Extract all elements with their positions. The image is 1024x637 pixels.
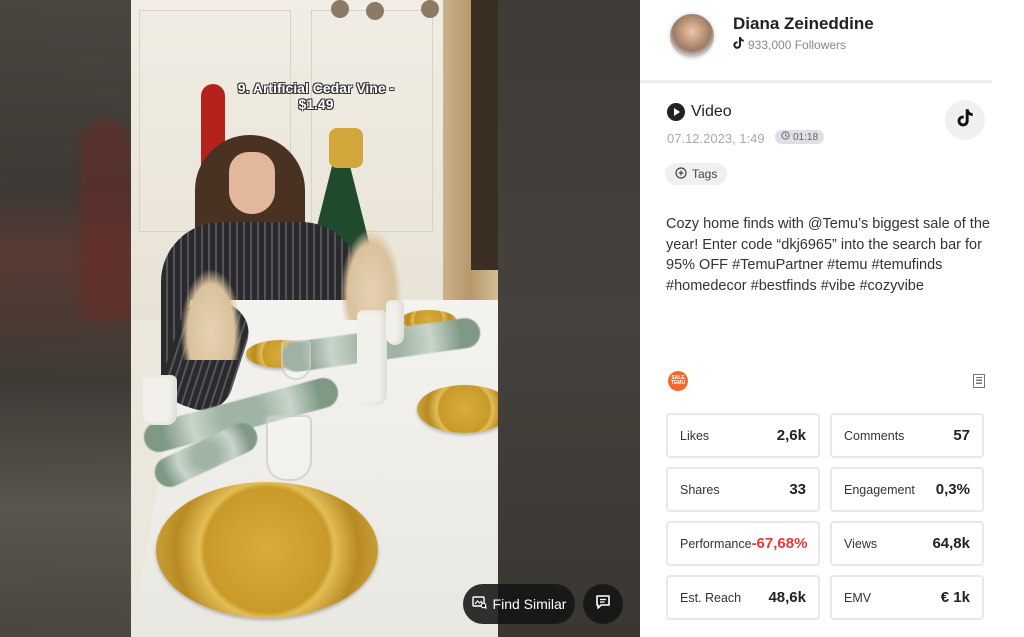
creator-name[interactable]: Diana Zeineddine xyxy=(733,14,874,34)
scene-vase xyxy=(386,300,404,345)
stat-label: Engagement xyxy=(844,482,915,497)
scene-ornament xyxy=(366,2,384,20)
video-caption-line: $1.49 xyxy=(298,96,334,112)
stat-value: 2,6k xyxy=(776,427,806,444)
stat-shares: Shares 33 xyxy=(666,467,820,512)
stat-value: 57 xyxy=(953,427,970,444)
scene-ornament xyxy=(421,0,439,18)
comment-button[interactable] xyxy=(583,584,623,624)
follower-count-label: 933,000 Followers xyxy=(748,37,847,52)
plus-circle-icon xyxy=(675,166,687,182)
stat-label: Est. Reach xyxy=(680,590,742,605)
find-similar-label: Find Similar xyxy=(492,596,567,612)
stat-label: Views xyxy=(844,536,878,551)
find-similar-button[interactable]: Find Similar xyxy=(463,584,575,624)
duration-badge: 01:18 xyxy=(775,130,825,144)
stat-label: Performance xyxy=(680,536,752,551)
tags-label: Tags xyxy=(692,167,718,181)
scene-tree-bow xyxy=(329,128,363,168)
divider xyxy=(640,80,992,83)
scene-vase xyxy=(357,310,387,405)
post-details-panel: Diana Zeineddine 933,000 Followers Video… xyxy=(640,0,1024,637)
video-caption: 9. Artificial Cedar Vine - $1.49 xyxy=(191,80,441,112)
blurred-background-right xyxy=(498,0,640,637)
post-date: 07.12.2023, 1:49 xyxy=(667,131,765,146)
tiktok-icon xyxy=(733,37,744,52)
stat-value: -67,68% xyxy=(751,535,808,552)
comment-icon xyxy=(595,594,611,615)
stat-label: Comments xyxy=(844,428,905,443)
stat-emv: EMV € 1k xyxy=(830,575,984,620)
brand-logo[interactable]: SALE TEMU xyxy=(668,371,688,391)
stat-value: 48,6k xyxy=(768,589,806,606)
scene-vase xyxy=(143,375,177,425)
stat-comments: Comments 57 xyxy=(830,413,984,458)
stat-views: Views 64,8k xyxy=(830,521,984,566)
open-tiktok-button[interactable] xyxy=(945,100,985,140)
scene-pampas-grass xyxy=(181,270,241,360)
duration-label: 01:18 xyxy=(793,131,819,143)
stat-value: € 1k xyxy=(940,589,970,606)
video-caption-line: 9. Artificial Cedar Vine - xyxy=(237,80,395,96)
post-description: Cozy home finds with @Temu’s biggest sal… xyxy=(666,216,990,294)
play-icon xyxy=(667,103,685,121)
tags-button[interactable]: Tags xyxy=(665,163,728,185)
stat-value: 64,8k xyxy=(932,535,970,552)
stat-value: 0,3% xyxy=(935,481,970,498)
stat-label: Shares xyxy=(680,482,720,497)
follower-count: 933,000 Followers xyxy=(733,37,846,52)
clock-icon xyxy=(781,131,790,143)
scene-wine-glass xyxy=(281,340,311,380)
post-type: Video xyxy=(667,103,732,121)
scene-person-face xyxy=(229,152,275,214)
tiktok-icon xyxy=(957,108,973,132)
video-frame[interactable]: 9. Artificial Cedar Vine - $1.49 xyxy=(131,0,498,637)
brand-logo-text: SALE TEMU xyxy=(670,375,686,386)
scene-wine-glass xyxy=(266,415,312,481)
stat-value: 33 xyxy=(789,481,806,498)
scene-gold-plate xyxy=(156,482,378,618)
building-icon[interactable] xyxy=(973,374,985,388)
stat-performance: Performance -67,68% xyxy=(666,521,820,566)
scene-window xyxy=(471,0,498,270)
scene-ornament xyxy=(331,0,349,18)
stat-engagement: Engagement 0,3% xyxy=(830,467,984,512)
image-search-icon xyxy=(471,596,487,612)
stat-est-reach: Est. Reach 48,6k xyxy=(666,575,820,620)
blurred-background-decor xyxy=(80,120,130,320)
post-type-label: Video xyxy=(691,103,732,120)
media-viewer: 9. Artificial Cedar Vine - $1.49 Find Si… xyxy=(0,0,640,637)
stat-label: EMV xyxy=(844,590,872,605)
avatar[interactable] xyxy=(668,12,716,60)
stat-likes: Likes 2,6k xyxy=(666,413,820,458)
stat-label: Likes xyxy=(680,428,710,443)
